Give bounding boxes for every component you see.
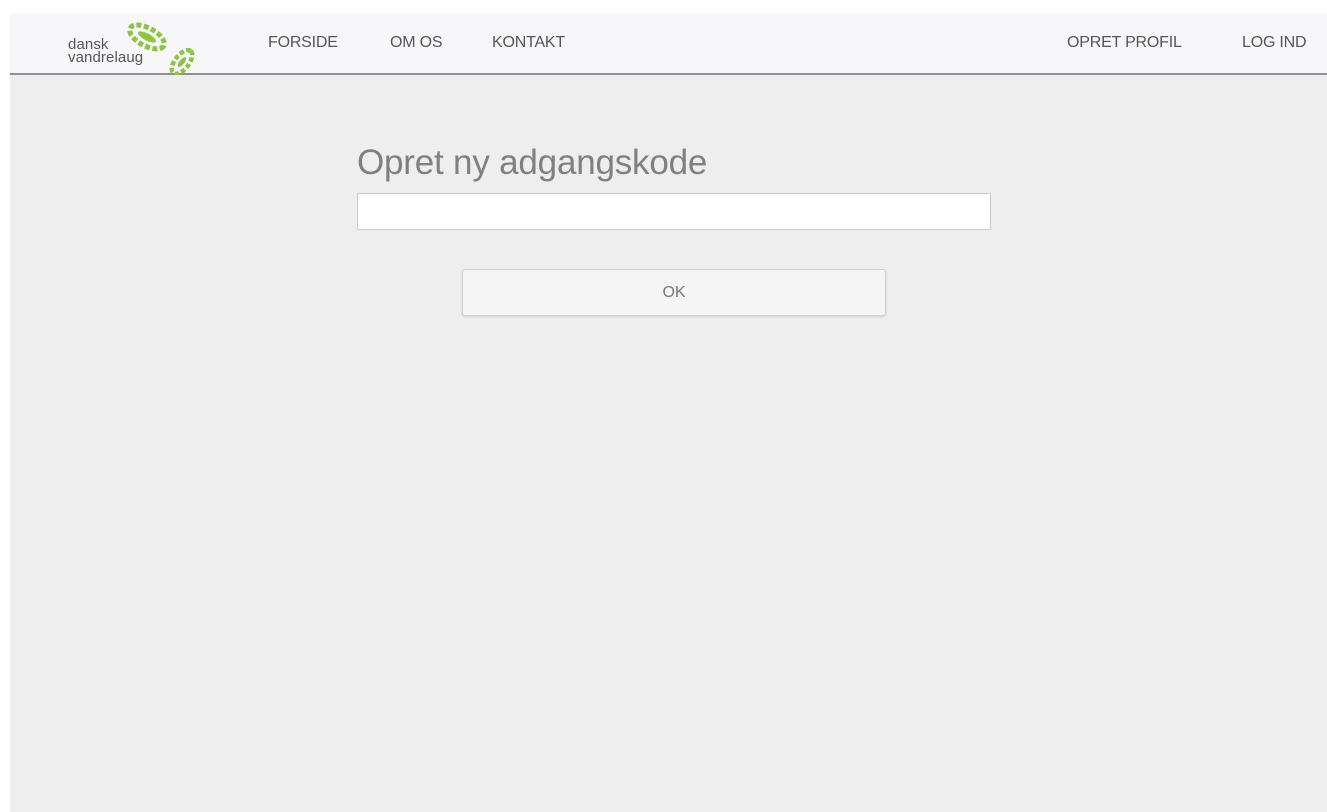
nav-link-forside[interactable]: FORSIDE — [268, 13, 338, 73]
nav-link-opret-profil[interactable]: OPRET PROFIL — [1067, 13, 1182, 73]
reset-password-form: Opret ny adgangskode OK — [357, 143, 991, 316]
nav-link-om-os[interactable]: OM OS — [390, 13, 443, 73]
ok-button[interactable]: OK — [462, 269, 886, 316]
nav-link-log-ind[interactable]: LOG IND — [1242, 13, 1307, 73]
top-navbar: dansk vandrelaug FORSIDE OM OS KONTAKT O… — [10, 13, 1327, 75]
page: dansk vandrelaug FORSIDE OM OS KONTAKT O… — [10, 13, 1327, 812]
logo-text-line2: vandrelaug — [68, 49, 144, 66]
new-password-input[interactable] — [357, 193, 991, 230]
page-title: Opret ny adgangskode — [357, 143, 708, 182]
site-logo[interactable]: dansk vandrelaug — [68, 15, 198, 75]
nav-link-kontakt[interactable]: KONTAKT — [492, 13, 565, 73]
